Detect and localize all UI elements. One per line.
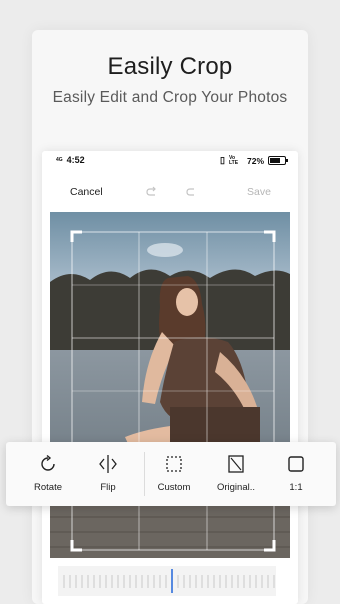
rotation-ruler[interactable] (58, 566, 276, 596)
custom-crop-tool[interactable]: Custom (150, 442, 198, 506)
battery-icon (268, 156, 288, 165)
flip-tool[interactable]: Flip (86, 442, 130, 506)
vibrate-icon: ▯ (220, 155, 225, 165)
network-indicator: 4G (56, 156, 63, 163)
flip-label: Flip (100, 482, 116, 493)
rotate-icon (41, 454, 55, 471)
tools-divider (144, 452, 145, 496)
original-ratio-icon (228, 455, 244, 473)
redo-icon[interactable] (182, 184, 198, 200)
custom-crop-label: Custom (157, 482, 191, 493)
square-ratio-tool[interactable]: 1:1 (278, 442, 314, 506)
editor-toolbar: Cancel Save (42, 181, 298, 205)
promo-subtitle: Easily Edit and Crop Your Photos (52, 89, 288, 106)
custom-crop-icon (166, 456, 182, 472)
phone-screen: 4G 4:52 ▯ Vo LTE 72% Cancel Save (42, 151, 298, 604)
volte-indicator: Vo LTE (228, 154, 239, 166)
promo-title: Easily Crop (107, 53, 233, 80)
status-bar: 4G 4:52 ▯ Vo LTE 72% (42, 151, 298, 171)
undo-icon[interactable] (144, 184, 160, 200)
status-time: 4:52 (66, 155, 85, 165)
rotate-label: Rotate (34, 482, 62, 493)
original-ratio-label: Original.. (216, 482, 255, 493)
cancel-button[interactable]: Cancel (70, 186, 103, 198)
original-ratio-tool[interactable]: Original.. (210, 442, 262, 506)
crop-canvas[interactable] (50, 212, 290, 558)
flip-icon (99, 455, 117, 473)
square-ratio-icon (288, 456, 304, 472)
save-button[interactable]: Save (247, 186, 271, 198)
crop-tools-panel: Rotate Flip Custom Original.. 1:1 (6, 442, 336, 506)
rotate-tool[interactable]: Rotate (20, 442, 76, 506)
square-ratio-label: 1:1 (289, 482, 303, 493)
battery-percent: 72% (246, 155, 264, 166)
